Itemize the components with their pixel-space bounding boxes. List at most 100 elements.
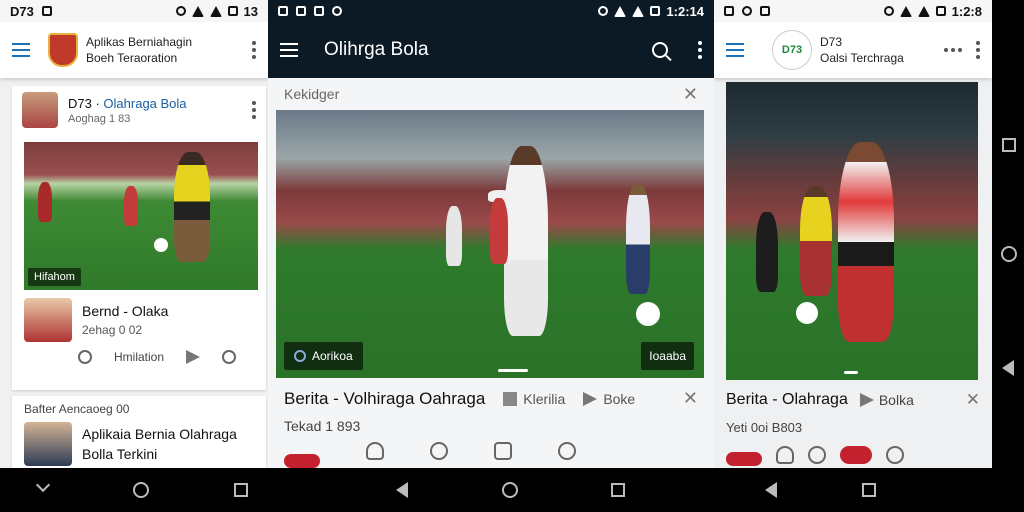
card-title-line: Aplikaia Bernia Olahraga (82, 426, 237, 442)
notification-icon (742, 6, 752, 16)
player-figure (124, 186, 138, 226)
screen: D73 13 Aplikas Berniahagin Boeh Teraorat… (0, 0, 1024, 512)
player-figure (626, 184, 650, 294)
overflow-menu-icon[interactable] (976, 41, 980, 59)
avatar (24, 298, 72, 342)
bottom-actions (726, 444, 904, 466)
player-figure (800, 186, 832, 296)
signal-icon (209, 5, 222, 17)
notification-icon (332, 6, 342, 16)
player-figure (504, 146, 548, 336)
brand-chip (840, 446, 872, 464)
action-label[interactable]: Hmilation (114, 350, 164, 364)
app-bar: Aplikas Berniahagin Boeh Teraoration (0, 22, 268, 78)
close-icon[interactable]: ✕ (966, 390, 980, 410)
signal-icon (917, 5, 930, 17)
article-meta: Bolka (878, 392, 914, 408)
recents-icon[interactable] (862, 483, 876, 497)
status-battery-text: 13 (243, 3, 258, 19)
recents-icon[interactable] (611, 483, 625, 497)
category-icon (503, 391, 518, 406)
wifi-icon (899, 5, 912, 17)
source-category[interactable]: Olahraga Bola (103, 96, 186, 111)
notification-icon (41, 6, 52, 16)
notification-icon (278, 6, 288, 16)
image-badge: Hifahom (28, 268, 81, 286)
wifi-icon (191, 5, 204, 17)
comment-icon[interactable] (808, 446, 826, 464)
section-label: Kekidger (284, 86, 340, 102)
card-actions: Hmilation (78, 350, 237, 364)
share-icon[interactable] (859, 393, 874, 407)
chevron-down-icon[interactable] (35, 477, 51, 493)
overflow-menu-icon[interactable] (252, 41, 256, 59)
related-meta: 2ehag 0 02 (82, 323, 143, 337)
brand-chip (284, 454, 320, 468)
recents-icon[interactable] (1002, 138, 1016, 152)
home-icon[interactable] (1001, 246, 1017, 262)
home-icon[interactable] (133, 482, 149, 498)
tag-icon (294, 350, 306, 362)
article-meta: Boke (603, 390, 636, 407)
article-title[interactable]: Berita - Olahraga (726, 391, 848, 409)
related-item[interactable]: Bernd - Olaka 2ehag 0 02 (24, 298, 168, 342)
headphones-icon[interactable] (366, 442, 384, 460)
app-title-block: Aplikas Berniahagin Boeh Teraoration (86, 34, 192, 66)
article-view: Kekidger ✕ Aorikoa Ioaaba Berita - Volhi… (268, 78, 714, 468)
article-meta: Klerilia (523, 390, 566, 407)
status-bar: 1:2:8 (714, 0, 992, 22)
share-icon[interactable] (583, 391, 598, 406)
back-icon[interactable] (396, 482, 408, 498)
article-sub: Yeti 0oi B803 (726, 420, 803, 435)
notification-icon (760, 6, 770, 16)
notification-icon (296, 6, 306, 16)
signal-icon (632, 5, 645, 17)
close-icon[interactable]: ✕ (683, 84, 698, 105)
ball (636, 302, 660, 326)
menu-icon[interactable] (726, 43, 744, 57)
battery-icon (650, 6, 661, 16)
card-label: Bafter Aencaoeg 00 (24, 402, 130, 416)
comment-icon[interactable] (430, 442, 448, 460)
app-logo (48, 33, 78, 67)
hero-badge-right: Ioaaba (641, 342, 694, 370)
card-image[interactable]: Hifahom (24, 142, 258, 290)
magnifier-icon[interactable] (222, 350, 237, 364)
recents-icon[interactable] (234, 483, 248, 497)
hero-image[interactable] (726, 82, 978, 380)
more-icon[interactable] (944, 48, 962, 52)
search-icon[interactable] (558, 442, 576, 460)
source-name: D73 · (68, 95, 100, 111)
hero-image[interactable]: Aorikoa Ioaaba (276, 110, 704, 378)
avatar (22, 92, 58, 128)
headphones-icon[interactable] (776, 446, 794, 464)
ball (796, 302, 818, 324)
status-time: 1:2:8 (951, 3, 982, 19)
search-icon[interactable] (652, 42, 668, 58)
card-menu-icon[interactable] (252, 101, 256, 119)
battery-icon (935, 6, 946, 16)
news-card[interactable]: Bafter Aencaoeg 00 Aplikaia Bernia Olahr… (12, 396, 266, 468)
close-icon[interactable]: ✕ (683, 388, 698, 409)
alarm-icon (175, 6, 186, 16)
article-title-row: Berita - Volhiraga Oahraga Klerilia Boke… (284, 388, 698, 409)
system-side-bar (992, 0, 1024, 468)
menu-icon[interactable] (12, 43, 30, 57)
share-icon[interactable] (186, 350, 201, 364)
search-icon[interactable] (78, 350, 92, 364)
player-figure (446, 206, 462, 266)
card-title-line: Bolla Terkini (82, 446, 158, 462)
home-icon[interactable] (502, 482, 518, 498)
news-card[interactable]: D73 · Olahraga Bola Aoghag 1 83 Hifahom … (12, 86, 266, 390)
overflow-menu-icon[interactable] (698, 41, 702, 59)
menu-icon[interactable] (280, 43, 298, 57)
player-figure (174, 152, 210, 262)
article-title-row: Berita - Olahraga Bolka ✕ (726, 390, 980, 410)
card-header: D73 · Olahraga Bola Aoghag 1 83 (12, 86, 266, 134)
back-icon[interactable] (765, 482, 777, 498)
back-icon[interactable] (1002, 360, 1014, 376)
battery-icon (227, 6, 238, 16)
article-title[interactable]: Berita - Volhiraga Oahraga (284, 389, 485, 409)
profile-icon[interactable] (886, 446, 904, 464)
bookmark-icon[interactable] (494, 442, 512, 460)
